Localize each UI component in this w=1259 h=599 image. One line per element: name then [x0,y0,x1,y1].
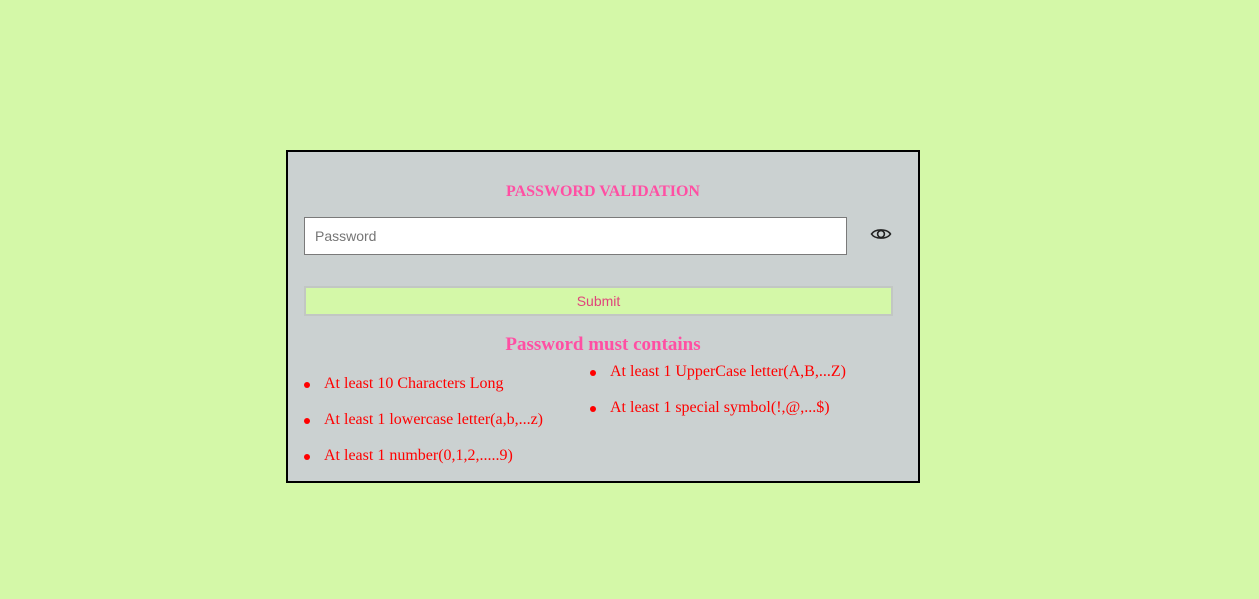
bullet-icon [304,382,310,388]
rule-item: At least 1 lowercase letter(a,b,...z) [302,410,543,446]
rules-list-right: At least 1 UpperCase letter(A,B,...Z) At… [588,362,846,434]
form-title: PASSWORD VALIDATION [506,183,700,200]
rule-item: At least 1 UpperCase letter(A,B,...Z) [588,362,846,398]
rule-item: At least 1 special symbol(!,@,...$) [588,398,846,434]
password-input[interactable] [304,217,847,255]
show-password-toggle[interactable] [868,221,894,247]
bullet-icon [304,454,310,460]
submit-button[interactable]: Submit [304,286,893,316]
rules-list-left: At least 10 Characters Long At least 1 l… [302,374,543,482]
rule-text: At least 1 lowercase letter(a,b,...z) [324,411,544,428]
rule-text: At least 1 number(0,1,2,.....9) [324,447,513,464]
rules-heading: Password must contains [505,334,701,355]
rule-item: At least 10 Characters Long [302,374,543,410]
rule-text: At least 1 special symbol(!,@,...$) [610,399,830,416]
rule-text: At least 1 UpperCase letter(A,B,...Z) [610,363,846,380]
password-validation-card: PASSWORD VALIDATION Submit Password must… [286,150,920,483]
eye-icon [870,229,892,239]
rule-item: At least 1 number(0,1,2,.....9) [302,446,543,482]
bullet-icon [590,406,596,412]
bullet-icon [304,418,310,424]
bullet-icon [590,370,596,376]
rule-text: At least 10 Characters Long [324,375,504,392]
